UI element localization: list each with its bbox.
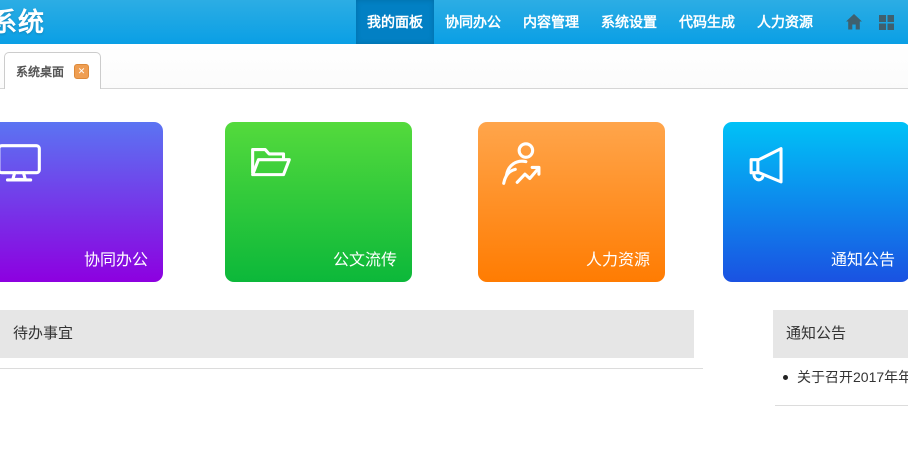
tile-label: 通知公告 — [831, 246, 895, 270]
nav-item-system-settings[interactable]: 系统设置 — [590, 0, 668, 44]
nav-item-content-mgmt[interactable]: 内容管理 — [512, 0, 590, 44]
grid-icon[interactable] — [876, 12, 896, 32]
nav-item-my-panel[interactable]: 我的面板 — [356, 0, 434, 44]
todo-panel-divider — [0, 368, 703, 369]
tile-label: 公文流传 — [333, 246, 397, 270]
nav-item-code-gen[interactable]: 代码生成 — [668, 0, 746, 44]
notice-item-text: 关于召开2017年年 — [797, 367, 908, 387]
bullet-icon — [783, 375, 788, 380]
app-header: 系统 我的面板 协同办公 内容管理 系统设置 代码生成 人力资源 — [0, 0, 908, 44]
nav-item-hr[interactable]: 人力资源 — [746, 0, 824, 44]
tab-bar: 系统桌面 ✕ — [0, 44, 908, 89]
tab-label: 系统桌面 — [16, 63, 64, 80]
home-icon[interactable] — [844, 12, 864, 32]
nav-item-collaboration[interactable]: 协同办公 — [434, 0, 512, 44]
megaphone-icon — [741, 138, 795, 192]
people-trend-icon — [496, 138, 550, 192]
notice-panel-header: 通知公告 — [773, 310, 908, 358]
notice-list-item[interactable]: 关于召开2017年年 — [776, 362, 908, 392]
tile-hr[interactable]: 人力资源 — [478, 122, 665, 282]
main-nav: 我的面板 协同办公 内容管理 系统设置 代码生成 人力资源 — [356, 0, 908, 44]
notice-panel-divider — [775, 405, 908, 406]
tab-system-desktop[interactable]: 系统桌面 ✕ — [4, 52, 101, 89]
monitor-icon — [0, 138, 48, 192]
todo-panel-header: 待办事宜 — [0, 310, 694, 358]
tile-label: 协同办公 — [84, 246, 148, 270]
tile-notice[interactable]: 通知公告 — [723, 122, 908, 282]
tab-close-icon[interactable]: ✕ — [74, 64, 89, 79]
tile-label: 人力资源 — [586, 246, 650, 270]
app-title: 系统 — [0, 0, 45, 44]
folder-open-icon — [243, 138, 297, 192]
tile-document-flow[interactable]: 公文流传 — [225, 122, 412, 282]
header-icons — [838, 0, 908, 44]
tile-collaboration[interactable]: 协同办公 — [0, 122, 163, 282]
